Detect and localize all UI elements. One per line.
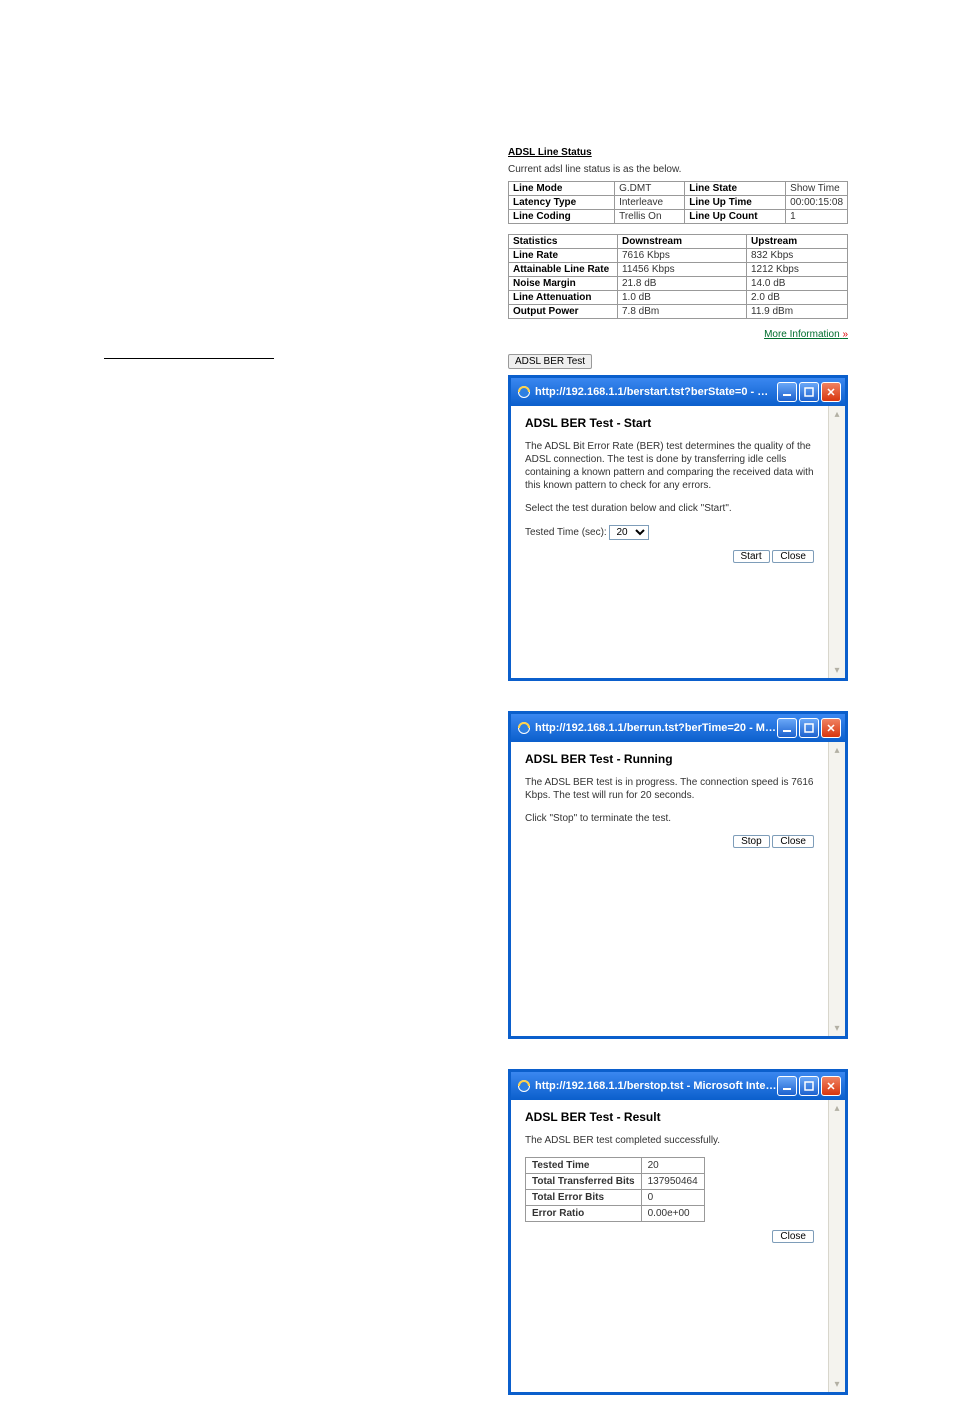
scrollbar[interactable]: ▴ ▾ bbox=[828, 1100, 845, 1392]
scroll-up-icon[interactable]: ▴ bbox=[829, 406, 845, 422]
close-window-button[interactable]: ✕ bbox=[821, 1076, 841, 1096]
cell: Statistics bbox=[509, 235, 618, 249]
cell: 832 Kbps bbox=[747, 249, 848, 263]
cell: 1212 Kbps bbox=[747, 263, 848, 277]
section-subtext: Current adsl line status is as the below… bbox=[508, 164, 848, 175]
cell: 0.00e+00 bbox=[641, 1206, 704, 1222]
more-information-label: More Information bbox=[764, 329, 840, 340]
cell: Total Transferred Bits bbox=[526, 1174, 642, 1190]
cell: G.DMT bbox=[615, 182, 685, 196]
cell: Line Rate bbox=[509, 249, 618, 263]
minimize-button[interactable] bbox=[777, 382, 797, 402]
dialog-heading: ADSL BER Test - Start bbox=[525, 416, 814, 430]
cell: Line Coding bbox=[509, 210, 615, 224]
dialog-text: Select the test duration below and click… bbox=[525, 502, 814, 515]
scroll-down-icon[interactable]: ▾ bbox=[829, 1020, 845, 1036]
ber-running-dialog: http://192.168.1.1/berrun.tst?berTime=20… bbox=[508, 711, 848, 1039]
scroll-up-icon[interactable]: ▴ bbox=[829, 1100, 845, 1116]
cell: 0 bbox=[641, 1190, 704, 1206]
cell: Line Mode bbox=[509, 182, 615, 196]
maximize-button[interactable] bbox=[799, 718, 819, 738]
close-button[interactable]: Close bbox=[772, 550, 814, 563]
cell: Line Attenuation bbox=[509, 291, 618, 305]
cell: Attainable Line Rate bbox=[509, 263, 618, 277]
more-information-link[interactable]: More Information » bbox=[764, 329, 848, 340]
cell: 00:00:15:08 bbox=[786, 196, 848, 210]
cell: Tested Time bbox=[526, 1158, 642, 1174]
cell: Noise Margin bbox=[509, 277, 618, 291]
cell: Line State bbox=[685, 182, 786, 196]
cell: Show Time bbox=[786, 182, 848, 196]
ber-start-dialog: http://192.168.1.1/berstart.tst?berState… bbox=[508, 375, 848, 681]
minimize-button[interactable] bbox=[777, 1076, 797, 1096]
close-button[interactable]: Close bbox=[772, 1230, 814, 1243]
cell: Error Ratio bbox=[526, 1206, 642, 1222]
window-title: http://192.168.1.1/berstart.tst?berState… bbox=[535, 386, 777, 398]
arrow-icon: » bbox=[842, 329, 848, 340]
window-title: http://192.168.1.1/berrun.tst?berTime=20… bbox=[535, 722, 777, 734]
titlebar[interactable]: http://192.168.1.1/berrun.tst?berTime=20… bbox=[511, 714, 845, 742]
cell: Interleave bbox=[615, 196, 685, 210]
cell: 14.0 dB bbox=[747, 277, 848, 291]
close-button[interactable]: Close bbox=[772, 835, 814, 848]
scrollbar[interactable]: ▴ ▾ bbox=[828, 406, 845, 678]
adsl-ber-test-button[interactable]: ADSL BER Test bbox=[508, 354, 592, 369]
cell: Total Error Bits bbox=[526, 1190, 642, 1206]
stop-button[interactable]: Stop bbox=[733, 835, 770, 848]
cell: Latency Type bbox=[509, 196, 615, 210]
cell: Line Up Time bbox=[685, 196, 786, 210]
tested-time-select[interactable]: 20 bbox=[609, 525, 649, 540]
statistics-table: Statistics Downstream Upstream Line Rate… bbox=[508, 234, 848, 319]
dialog-text: The ADSL BER test is in progress. The co… bbox=[525, 776, 814, 802]
minimize-button[interactable] bbox=[777, 718, 797, 738]
dialog-text: The ADSL BER test completed successfully… bbox=[525, 1134, 814, 1147]
ie-icon bbox=[517, 721, 531, 735]
cell: 7.8 dBm bbox=[618, 305, 747, 319]
maximize-button[interactable] bbox=[799, 1076, 819, 1096]
ie-icon bbox=[517, 385, 531, 399]
result-table: Tested Time 20 Total Transferred Bits 13… bbox=[525, 1157, 705, 1222]
scroll-down-icon[interactable]: ▾ bbox=[829, 1376, 845, 1392]
scroll-down-icon[interactable]: ▾ bbox=[829, 662, 845, 678]
ber-result-dialog: http://192.168.1.1/berstop.tst - Microso… bbox=[508, 1069, 848, 1395]
dialog-text: The ADSL Bit Error Rate (BER) test deter… bbox=[525, 440, 814, 492]
cell: 20 bbox=[641, 1158, 704, 1174]
cell: 7616 Kbps bbox=[618, 249, 747, 263]
line-status-table: Line Mode G.DMT Line State Show Time Lat… bbox=[508, 181, 848, 224]
dialog-heading: ADSL BER Test - Running bbox=[525, 752, 814, 766]
cell: 11456 Kbps bbox=[618, 263, 747, 277]
scrollbar[interactable]: ▴ ▾ bbox=[828, 742, 845, 1036]
cell: 2.0 dB bbox=[747, 291, 848, 305]
cell: Trellis On bbox=[615, 210, 685, 224]
ie-icon bbox=[517, 1079, 531, 1093]
tested-time-label: Tested Time (sec): bbox=[525, 527, 607, 538]
dialog-heading: ADSL BER Test - Result bbox=[525, 1110, 814, 1124]
section-heading: ADSL Line Status bbox=[508, 147, 848, 158]
start-button[interactable]: Start bbox=[733, 550, 770, 563]
scroll-up-icon[interactable]: ▴ bbox=[829, 742, 845, 758]
cell: 11.9 dBm bbox=[747, 305, 848, 319]
cell: 1.0 dB bbox=[618, 291, 747, 305]
cell: Output Power bbox=[509, 305, 618, 319]
close-window-button[interactable]: ✕ bbox=[821, 718, 841, 738]
close-window-button[interactable]: ✕ bbox=[821, 382, 841, 402]
cell: 21.8 dB bbox=[618, 277, 747, 291]
cell: Downstream bbox=[618, 235, 747, 249]
window-title: http://192.168.1.1/berstop.tst - Microso… bbox=[535, 1080, 777, 1092]
footer-rule bbox=[104, 358, 274, 359]
cell: Upstream bbox=[747, 235, 848, 249]
titlebar[interactable]: http://192.168.1.1/berstop.tst - Microso… bbox=[511, 1072, 845, 1100]
dialog-text: Click "Stop" to terminate the test. bbox=[525, 812, 814, 825]
maximize-button[interactable] bbox=[799, 382, 819, 402]
cell: 137950464 bbox=[641, 1174, 704, 1190]
cell: Line Up Count bbox=[685, 210, 786, 224]
titlebar[interactable]: http://192.168.1.1/berstart.tst?berState… bbox=[511, 378, 845, 406]
cell: 1 bbox=[786, 210, 848, 224]
